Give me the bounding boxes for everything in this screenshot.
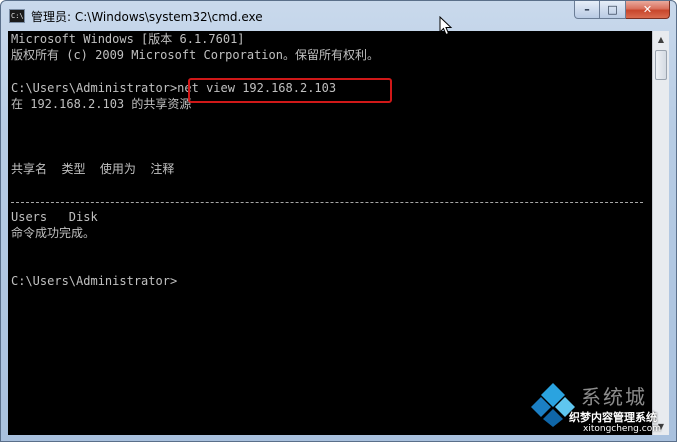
watermark-brand-text: 系统城	[581, 385, 647, 409]
scroll-up-button[interactable]: ▲	[653, 31, 669, 48]
minimize-button[interactable]: –	[574, 1, 600, 19]
maximize-icon: □	[607, 3, 618, 16]
command-highlight-box	[188, 78, 392, 103]
console-line-prompt: C:\Users\Administrator>	[11, 274, 178, 288]
console-line-copyright: 版权所有 (c) 2009 Microsoft Corporation。保留所有…	[11, 48, 379, 62]
console-line-columns: 共享名 类型 使用为 注释	[11, 162, 175, 176]
arrow-up-icon: ▲	[657, 35, 665, 44]
site-watermark: 系统城 织梦内容管理系统 xitongcheng.com	[521, 371, 676, 441]
maximize-button[interactable]: □	[600, 1, 626, 19]
cmd-app-icon[interactable]: C:\	[9, 9, 25, 23]
console-line-success: 命令成功完成。	[11, 226, 96, 240]
title-bar[interactable]: C:\ 管理员: C:\Windows\system32\cmd.exe – □…	[1, 1, 676, 31]
console-line-share-header: 在 192.168.2.103 的共享资源	[11, 97, 192, 111]
watermark-url: xitongcheng.com	[583, 424, 661, 434]
close-button[interactable]: ✕	[626, 1, 670, 19]
console-line-share-row: Users Disk	[11, 210, 98, 224]
scroll-thumb[interactable]	[655, 50, 667, 80]
close-icon: ✕	[642, 3, 653, 16]
console-divider	[11, 202, 643, 203]
console-line-version: Microsoft Windows [版本 6.1.7601]	[11, 32, 245, 46]
window-title: 管理员: C:\Windows\system32\cmd.exe	[31, 10, 263, 24]
mouse-pointer-icon	[439, 16, 453, 36]
minimize-icon: –	[584, 3, 590, 16]
window-controls: – □ ✕	[574, 1, 670, 21]
watermark-subtitle: 织梦内容管理系统	[569, 411, 657, 424]
cmd-window: C:\ 管理员: C:\Windows\system32\cmd.exe – □…	[0, 0, 677, 442]
